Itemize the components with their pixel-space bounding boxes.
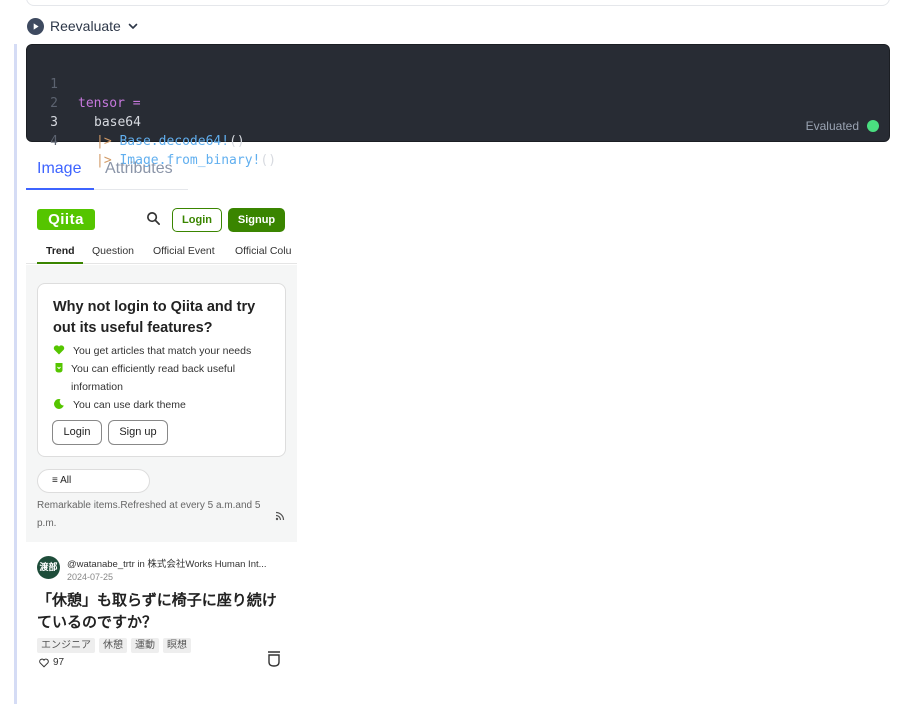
filter-icon: ≡ [52, 475, 61, 486]
promo-title: Why not login to Qiita and try out its u… [53, 299, 256, 336]
feature-text: You can efficiently read back useful inf… [71, 363, 236, 393]
evaluation-status-label: Evaluated [805, 119, 859, 133]
code-line: 1 tensor = [27, 56, 140, 111]
promo-signup-button: Sign up [108, 420, 168, 445]
rss-icon [275, 511, 285, 521]
moon-icon [54, 398, 64, 409]
article-author: @watanabe_trtr in 株式会社Works Human Int... [67, 559, 267, 570]
tag: 瞑想 [163, 638, 191, 653]
code-text: base64 [94, 115, 141, 130]
output-tabs: Image Attributes [26, 150, 188, 190]
like-count-value: 97 [53, 657, 65, 668]
qiita-login-button: Login [172, 208, 222, 232]
feature-text: You can use dark theme [73, 399, 186, 411]
refresh-note: Remarkable items.Refreshed at every 5 a.… [37, 500, 261, 529]
heart-icon [53, 345, 65, 355]
active-tab-indicator [26, 188, 94, 190]
evaluation-status: Evaluated [806, 119, 879, 133]
qiita-signup-button: Signup [228, 208, 285, 232]
tab-image[interactable]: Image [37, 160, 81, 178]
article-title: 「休憩」も取らずに椅子に座り続けているのですか？ [37, 592, 277, 631]
qiita-header: Qiita Login Signup Trend Question Offici… [26, 198, 297, 264]
like-count: 97 [39, 657, 64, 668]
article-card: 渡部 @watanabe_trtr in 株式会社Works Human Int… [26, 542, 297, 699]
code-text: tensor = [78, 96, 141, 111]
filter-label: All [60, 475, 72, 486]
stock-icon [55, 363, 63, 373]
nav-official-column: Official Colu [235, 245, 292, 257]
reevaluate-button[interactable]: Reevaluate [27, 16, 139, 36]
pipe-operator: |> [96, 134, 112, 149]
avatar: 渡部 [37, 556, 60, 579]
chevron-down-icon[interactable] [127, 20, 139, 32]
article-date: 2024-07-25 [67, 572, 114, 582]
search-icon [147, 212, 160, 225]
tag: 休憩 [99, 638, 127, 653]
heart-outline-icon [39, 658, 49, 667]
filter-dropdown: ≡ All [37, 469, 150, 493]
code-line: 3 |> Base.decode64!() [27, 94, 245, 149]
previous-cell-card [26, 0, 890, 6]
rendered-image: Qiita Login Signup Trend Question Offici… [26, 198, 297, 699]
login-promo-card: Why not login to Qiita and try out its u… [37, 283, 286, 457]
nav-active-indicator [37, 262, 83, 264]
call-args: () [229, 134, 245, 149]
reevaluate-label: Reevaluate [50, 18, 121, 34]
stock-outline-icon [268, 651, 280, 667]
nav-official-event: Official Event [153, 245, 215, 257]
feature-text: You get articles that match your needs [73, 345, 252, 357]
code-line: 4 |> Image.from_binary!() [27, 113, 276, 168]
nav-question: Question [92, 245, 135, 257]
code-line: 2 base64 [27, 75, 141, 130]
tab-attributes[interactable]: Attributes [105, 160, 173, 178]
code-text: |> Base.decode64!() [96, 132, 245, 151]
tag: エンジニア [37, 638, 95, 653]
cell-focus-indicator [14, 44, 17, 704]
qiita-body: Why not login to Qiita and try out its u… [26, 265, 297, 542]
code-editor[interactable]: 1 tensor = 2 base64 3 |> Base.decode64!(… [26, 44, 890, 168]
status-dot-icon [867, 120, 879, 132]
article-tags: エンジニア 休憩 運動 瞑想 [37, 638, 191, 653]
call-args: () [260, 153, 277, 168]
tag: 運動 [131, 638, 159, 653]
promo-login-button: Login [52, 420, 102, 445]
function-call: Base.decode64! [119, 134, 230, 149]
nav-trend: Trend [46, 245, 75, 257]
line-number: 4 [50, 134, 58, 149]
play-icon [27, 17, 44, 35]
qiita-logo: Qiita [37, 209, 95, 230]
